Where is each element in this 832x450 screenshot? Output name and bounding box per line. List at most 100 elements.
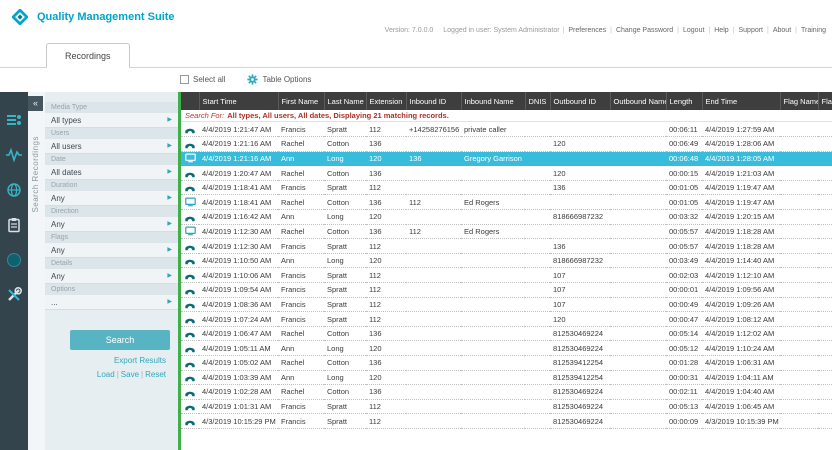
header-link-preferences[interactable]: Preferences: [568, 27, 606, 34]
export-results-link[interactable]: Export Results: [114, 356, 166, 365]
clipboard-icon[interactable]: [6, 217, 22, 233]
table-row[interactable]: 4/4/2019 1:12:30 AMFrancisSpratt11213600…: [181, 239, 832, 254]
cell-start: 4/4/2019 1:18:41 AM: [199, 180, 278, 195]
filter-current-value: Any: [51, 243, 65, 257]
filter-value-direction[interactable]: Any▶: [45, 217, 178, 232]
table-row[interactable]: 4/4/2019 1:06:47 AMRachelCotton136812530…: [181, 326, 832, 341]
cell-end: 4/4/2019 1:10:24 AM: [702, 341, 780, 356]
table-row[interactable]: 4/4/2019 1:10:06 AMFrancisSpratt11210700…: [181, 268, 832, 283]
cell-inbound_name: [461, 326, 525, 341]
gear-icon[interactable]: [247, 74, 258, 85]
column-header-last-name[interactable]: Last Name: [324, 92, 366, 110]
cell-end: 4/4/2019 1:12:02 AM: [702, 326, 780, 341]
cell-end: 4/4/2019 1:09:26 AM: [702, 297, 780, 312]
cell-dnis: [525, 268, 550, 283]
table-row[interactable]: 4/4/2019 1:08:36 AMFrancisSpratt11210700…: [181, 297, 832, 312]
column-header-end-time[interactable]: End Time: [702, 92, 780, 110]
cell-first: Ann: [278, 151, 324, 166]
column-header-dnis[interactable]: DNIS: [525, 92, 550, 110]
cell-length: 00:00:31: [666, 370, 702, 385]
table-row[interactable]: 4/4/2019 1:10:50 AMAnnLong12081866698723…: [181, 253, 832, 268]
cell-inbound_name: [461, 283, 525, 298]
reset-link[interactable]: Reset: [145, 370, 166, 379]
filter-panel: Media TypeAll types▶UsersAll users▶DateA…: [45, 92, 178, 450]
table-row[interactable]: 4/4/2019 1:16:42 AMAnnLong12081866698723…: [181, 210, 832, 225]
cell-length: 00:00:01: [666, 283, 702, 298]
column-header-inbound-name[interactable]: Inbound Name: [461, 92, 525, 110]
table-row[interactable]: 4/4/2019 1:18:41 AMFrancisSpratt11213600…: [181, 180, 832, 195]
column-header-start-time[interactable]: Start Time: [199, 92, 278, 110]
cell-inbound_id: [406, 312, 461, 327]
header-link-change-password[interactable]: Change Password: [616, 27, 673, 34]
table-row[interactable]: 4/4/2019 1:21:16 AMAnnLong120136Gregory …: [181, 151, 832, 166]
cell-flag_value: [818, 356, 832, 371]
filter-value-options[interactable]: ...▶: [45, 295, 178, 310]
phone-icon: [181, 122, 199, 137]
table-row[interactable]: 4/4/2019 1:12:30 AMRachelCotton136112Ed …: [181, 224, 832, 239]
table-row[interactable]: 4/4/2019 1:09:54 AMFrancisSpratt11210700…: [181, 283, 832, 298]
tab-recordings[interactable]: Recordings: [46, 43, 130, 68]
column-header-extension[interactable]: Extension: [366, 92, 406, 110]
filter-value-flags[interactable]: Any▶: [45, 243, 178, 258]
column-header-length[interactable]: Length: [666, 92, 702, 110]
filter-value-date[interactable]: All dates▶: [45, 165, 178, 180]
select-all-checkbox[interactable]: [180, 75, 189, 84]
cell-dnis: [525, 195, 550, 210]
cell-inbound_name: [461, 297, 525, 312]
table-row[interactable]: 4/4/2019 1:03:39 AMAnnLong12081253941225…: [181, 370, 832, 385]
header-link-training[interactable]: Training: [801, 27, 826, 34]
cell-inbound_id: [406, 283, 461, 298]
table-row[interactable]: 4/4/2019 1:07:24 AMFrancisSpratt11212000…: [181, 312, 832, 327]
cell-ext: 112: [366, 122, 406, 137]
wrench-icon[interactable]: [6, 287, 22, 303]
recordings-list-icon[interactable]: [6, 112, 22, 128]
table-row[interactable]: 4/4/2019 1:05:02 AMRachelCotton136812539…: [181, 356, 832, 371]
cell-outbound_name: [610, 341, 666, 356]
waveform-icon[interactable]: [6, 147, 22, 163]
separator: |: [767, 27, 769, 34]
filter-value-users[interactable]: All users▶: [45, 139, 178, 154]
chevron-right-icon: ▶: [167, 217, 172, 231]
table-row[interactable]: 4/4/2019 1:21:16 AMRachelCotton13612000:…: [181, 137, 832, 152]
search-button[interactable]: Search: [70, 330, 170, 350]
cell-last: Long: [324, 253, 366, 268]
app-logo-icon: [9, 6, 31, 28]
moon-icon[interactable]: [6, 252, 22, 268]
filter-value-media-type[interactable]: All types▶: [45, 113, 178, 128]
globe-icon[interactable]: [6, 182, 22, 198]
header-link-logout[interactable]: Logout: [683, 27, 704, 34]
cell-dnis: [525, 399, 550, 414]
cell-end: 4/4/2019 1:21:03 AM: [702, 166, 780, 181]
table-row[interactable]: 4/4/2019 1:02:28 AMRachelCotton136812530…: [181, 385, 832, 400]
table-row[interactable]: 4/4/2019 1:21:47 AMFrancisSpratt112+1425…: [181, 122, 832, 137]
collapse-sidebar-button[interactable]: «: [28, 96, 43, 111]
save-link[interactable]: Save: [121, 370, 139, 379]
header-link-support[interactable]: Support: [738, 27, 763, 34]
table-row[interactable]: 4/4/2019 1:05:11 AMAnnLong12081253046922…: [181, 341, 832, 356]
filter-value-details[interactable]: Any▶: [45, 269, 178, 284]
filter-value-duration[interactable]: Any▶: [45, 191, 178, 206]
table-options-label[interactable]: Table Options: [262, 75, 311, 84]
column-header-outbound-name[interactable]: Outbound Name: [610, 92, 666, 110]
column-header-outbound-id[interactable]: Outbound ID: [550, 92, 610, 110]
cell-outbound_id: 812530469224: [550, 326, 610, 341]
header-link-about[interactable]: About: [773, 27, 791, 34]
header-link-help[interactable]: Help: [714, 27, 728, 34]
cell-length: 00:02:11: [666, 385, 702, 400]
chevron-right-icon: ▶: [167, 165, 172, 179]
column-header-flag-value[interactable]: Flag Value: [818, 92, 832, 110]
table-row[interactable]: 4/4/2019 1:18:41 AMRachelCotton136112Ed …: [181, 195, 832, 210]
cell-flag_value: [818, 297, 832, 312]
cell-start: 4/4/2019 1:05:02 AM: [199, 356, 278, 371]
phone-icon: [181, 166, 199, 181]
load-link[interactable]: Load: [97, 370, 115, 379]
table-row[interactable]: 4/3/2019 10:15:29 PMFrancisSpratt1128125…: [181, 414, 832, 429]
column-header-flag-name[interactable]: Flag Name: [780, 92, 818, 110]
table-row[interactable]: 4/4/2019 1:20:47 AMRachelCotton13612000:…: [181, 166, 832, 181]
cell-outbound_name: [610, 399, 666, 414]
column-header-first-name[interactable]: First Name: [278, 92, 324, 110]
column-header-inbound-id[interactable]: Inbound ID: [406, 92, 461, 110]
cell-first: Ann: [278, 253, 324, 268]
cell-outbound_id: 812539412254: [550, 356, 610, 371]
table-row[interactable]: 4/4/2019 1:01:31 AMFrancisSpratt11281253…: [181, 399, 832, 414]
